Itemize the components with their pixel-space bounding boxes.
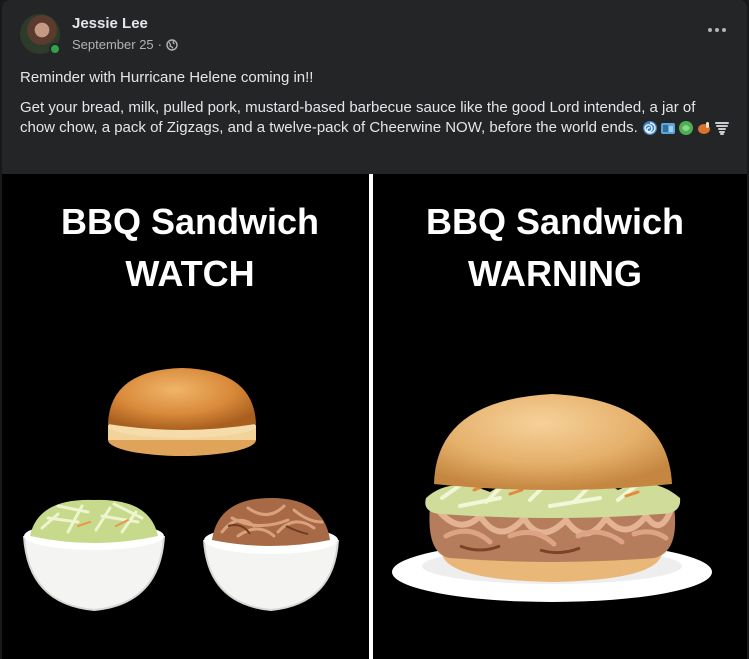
right-panel-title: BBQ Sandwich WARNING <box>375 196 735 300</box>
bread-emoji-icon <box>660 123 675 135</box>
more-options-button[interactable] <box>705 20 729 40</box>
left-panel-title: BBQ Sandwich WATCH <box>10 196 370 300</box>
leafy-green-emoji-icon <box>678 121 693 136</box>
post-paragraph-2: Get your bread, milk, pulled pork, musta… <box>20 98 732 138</box>
online-status-icon <box>49 43 61 55</box>
more-dot-icon <box>715 28 719 32</box>
pulled-pork-bowl-image <box>203 498 339 612</box>
more-dot-icon <box>722 28 726 32</box>
post-date[interactable]: September 25 <box>72 36 154 54</box>
post-card: Jessie Lee September 25 · Reminder with … <box>2 0 747 659</box>
cyclone-emoji-icon <box>642 121 657 136</box>
post-paragraph-2-text: Get your bread, milk, pulled pork, musta… <box>20 99 696 136</box>
right-title-line-1: BBQ Sandwich <box>425 201 685 242</box>
hamburger-bun-image <box>108 368 256 456</box>
author-block: Jessie Lee September 25 · <box>72 14 178 54</box>
post-meta: September 25 · <box>72 36 178 54</box>
globe-icon[interactable] <box>166 39 178 51</box>
meat-emoji-icon <box>697 122 710 135</box>
left-title-line-1: BBQ Sandwich <box>60 201 320 242</box>
post-paragraph-1: Reminder with Hurricane Helene coming in… <box>20 69 314 86</box>
author-name[interactable]: Jessie Lee <box>72 14 178 33</box>
meme-image[interactable]: BBQ Sandwich WATCH BBQ Sandwich WARNING <box>2 174 747 659</box>
coleslaw-bowl-image <box>23 499 165 612</box>
emoji-row <box>642 120 730 136</box>
right-title-line-2: WARNING <box>468 253 642 294</box>
left-title-line-2: WATCH <box>125 253 255 294</box>
avatar[interactable] <box>20 14 61 55</box>
more-dot-icon <box>708 28 712 32</box>
post-header: Jessie Lee September 25 · <box>20 12 178 56</box>
meta-separator: · <box>157 37 163 52</box>
bbq-sandwich-image <box>392 394 712 602</box>
panel-divider <box>369 174 373 659</box>
post-text: Reminder with Hurricane Helene coming in… <box>20 68 732 148</box>
tornado-emoji-icon <box>714 122 729 136</box>
